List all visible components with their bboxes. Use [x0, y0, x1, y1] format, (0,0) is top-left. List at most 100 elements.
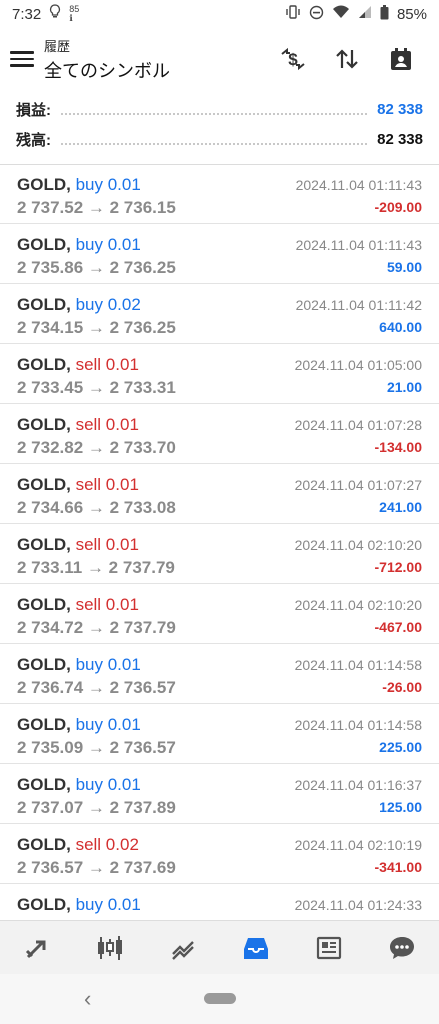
- trade-profit: 59.00: [386, 259, 422, 275]
- back-button[interactable]: ‹: [84, 986, 91, 1012]
- trade-profit: -209.00: [374, 199, 422, 215]
- home-pill[interactable]: [204, 993, 236, 1004]
- system-navigation-bar: ‹: [0, 974, 439, 1024]
- trade-time: 2024.11.04 01:24:33: [294, 897, 422, 913]
- menu-icon[interactable]: [10, 47, 34, 71]
- trade-icon[interactable]: [163, 928, 203, 968]
- trade-time: 2024.11.04 01:14:58: [294, 657, 422, 673]
- trade-time: 2024.11.04 02:10:19: [294, 837, 422, 853]
- trade-prices: 2 734.15 → 2 736.25: [17, 318, 176, 337]
- history-icon[interactable]: [236, 928, 276, 968]
- chart-icon[interactable]: [90, 928, 130, 968]
- trade-prices: 2 736.74 → 2 736.57: [17, 678, 176, 697]
- symbol-filter-title[interactable]: 全てのシンボル: [44, 57, 170, 83]
- bottom-navigation: [0, 920, 439, 975]
- trade-row[interactable]: GOLD, sell 0.01 2 734.72 → 2 737.79 2024.1…: [0, 584, 439, 644]
- clock: 7:32: [12, 5, 42, 23]
- trade-symbol: GOLD, sell 0.01: [17, 355, 139, 374]
- battery-icon: [380, 4, 389, 24]
- page-subtitle: 履歴: [44, 38, 71, 54]
- profit-value: 82 338: [377, 100, 423, 118]
- balance-row: 残高: 82 338: [16, 127, 423, 151]
- trade-symbol: GOLD, buy 0.01: [17, 715, 141, 734]
- trade-profit: -467.00: [374, 619, 422, 635]
- trade-symbol: GOLD, buy 0.02: [17, 295, 141, 314]
- trade-side: sell 0.02: [75, 835, 139, 854]
- trade-row[interactable]: GOLD, buy 0.01 2 737.52 → 2 736.15 2024.11…: [0, 164, 439, 224]
- vibrate-icon: [285, 5, 301, 23]
- trade-time: 2024.11.04 02:10:20: [294, 597, 422, 613]
- trade-profit: -341.00: [374, 859, 422, 875]
- trade-symbol: GOLD, sell 0.01: [17, 595, 139, 614]
- trade-prices: 2 732.82 → 2 733.70: [17, 438, 176, 457]
- trade-prices: 2 734.72 → 2 737.79: [17, 618, 176, 637]
- trade-symbol: GOLD, buy 0.01: [17, 175, 141, 194]
- trade-profit: 125.00: [379, 799, 422, 815]
- trade-symbol: GOLD, buy 0.01: [17, 775, 141, 794]
- trade-row[interactable]: GOLD, sell 0.01 2 733.45 → 2 733.31 2024.1…: [0, 344, 439, 404]
- trade-time: 2024.11.04 01:14:58: [294, 717, 422, 733]
- balance-value: 82 338: [377, 130, 423, 148]
- wifi-icon: [332, 5, 350, 23]
- trade-prices: 2 736.57 → 2 737.69: [17, 858, 176, 877]
- trade-side: buy 0.01: [75, 895, 141, 914]
- trade-side: sell 0.01: [75, 535, 139, 554]
- news-icon[interactable]: [309, 928, 349, 968]
- trade-symbol: GOLD, buy 0.01: [17, 235, 141, 254]
- trade-side: buy 0.01: [75, 175, 141, 194]
- trade-time: 2024.11.04 02:10:20: [294, 537, 422, 553]
- trade-history-list[interactable]: GOLD, buy 0.01 2 737.52 → 2 736.15 2024.11…: [0, 164, 439, 920]
- trade-row[interactable]: GOLD, buy 0.01 2 735.09 → 2 736.57 2024.11…: [0, 704, 439, 764]
- trade-symbol: GOLD, sell 0.01: [17, 475, 139, 494]
- calendar-icon[interactable]: [387, 45, 415, 73]
- trade-row[interactable]: GOLD, buy 0.01 2 735.86 → 2 736.25 2024.11…: [0, 224, 439, 284]
- sort-icon[interactable]: [333, 45, 361, 73]
- trade-side: buy 0.02: [75, 295, 141, 314]
- trade-prices: 2 735.86 → 2 736.25: [17, 258, 176, 277]
- dotted-leader: [61, 133, 368, 145]
- quotes-icon[interactable]: [17, 928, 57, 968]
- trade-prices: 2 734.66 → 2 733.08: [17, 498, 176, 517]
- trade-time: 2024.11.04 01:16:37: [294, 777, 422, 793]
- trade-profit: -712.00: [374, 559, 422, 575]
- trade-side: sell 0.01: [75, 355, 139, 374]
- trade-time: 2024.11.04 01:11:43: [295, 237, 422, 253]
- trade-row[interactable]: GOLD, sell 0.01 2 734.66 → 2 733.08 2024.1…: [0, 464, 439, 524]
- signal-icon: [358, 5, 372, 23]
- trade-prices: 2 735.09 → 2 736.57: [17, 738, 176, 757]
- trade-symbol: GOLD, buy 0.01: [17, 655, 141, 674]
- trade-side: buy 0.01: [75, 775, 141, 794]
- balance-label: 残高:: [16, 131, 51, 149]
- trade-side: buy 0.01: [75, 235, 141, 254]
- trade-prices: 2 733.45 → 2 733.31: [17, 378, 176, 397]
- trade-time: 2024.11.04 01:05:00: [294, 357, 422, 373]
- trade-profit: 640.00: [379, 319, 422, 335]
- trade-side: buy 0.01: [75, 655, 141, 674]
- app-toolbar: 履歴 全てのシンボル $: [0, 30, 439, 88]
- trade-profit: 225.00: [379, 739, 422, 755]
- trade-row[interactable]: GOLD, sell 0.01 2 733.11 → 2 737.79 2024.1…: [0, 524, 439, 584]
- chat-icon[interactable]: [382, 928, 422, 968]
- trade-prices: 2 737.07 → 2 737.89: [17, 798, 176, 817]
- trade-row[interactable]: GOLD, buy 0.01 2 737.07 → 2 737.89 2024.11…: [0, 764, 439, 824]
- trade-row[interactable]: GOLD, sell 0.02 2 736.57 → 2 737.69 2024.1…: [0, 824, 439, 884]
- battery-percent: 85%: [396, 5, 427, 23]
- dotted-leader: [61, 103, 368, 115]
- toolbar-titles: 履歴 全てのシンボル: [44, 36, 170, 83]
- trade-profit: -26.00: [382, 679, 422, 695]
- profit-label: 損益:: [16, 101, 51, 119]
- trade-row[interactable]: GOLD, buy 0.012 738.63 → 2 739.372024.11…: [0, 884, 439, 920]
- trade-side: sell 0.01: [75, 475, 139, 494]
- trade-profit: 21.00: [386, 379, 422, 395]
- summary-panel: 損益: 82 338 残高: 82 338: [0, 94, 439, 164]
- trade-prices: 2 733.11 → 2 737.79: [17, 558, 175, 577]
- lightbulb-icon: [49, 4, 61, 24]
- trade-row[interactable]: GOLD, sell 0.01 2 732.82 → 2 733.70 2024.1…: [0, 404, 439, 464]
- currency-exchange-icon[interactable]: $: [279, 45, 307, 73]
- trade-profit: -134.00: [374, 439, 422, 455]
- trade-row[interactable]: GOLD, buy 0.01 2 736.74 → 2 736.57 2024.11…: [0, 644, 439, 704]
- notification-badge: 85 ℹ: [69, 4, 80, 23]
- trade-symbol: GOLD, sell 0.01: [17, 415, 139, 434]
- trade-row[interactable]: GOLD, buy 0.02 2 734.15 → 2 736.25 2024.11…: [0, 284, 439, 344]
- profit-row: 損益: 82 338: [16, 97, 423, 121]
